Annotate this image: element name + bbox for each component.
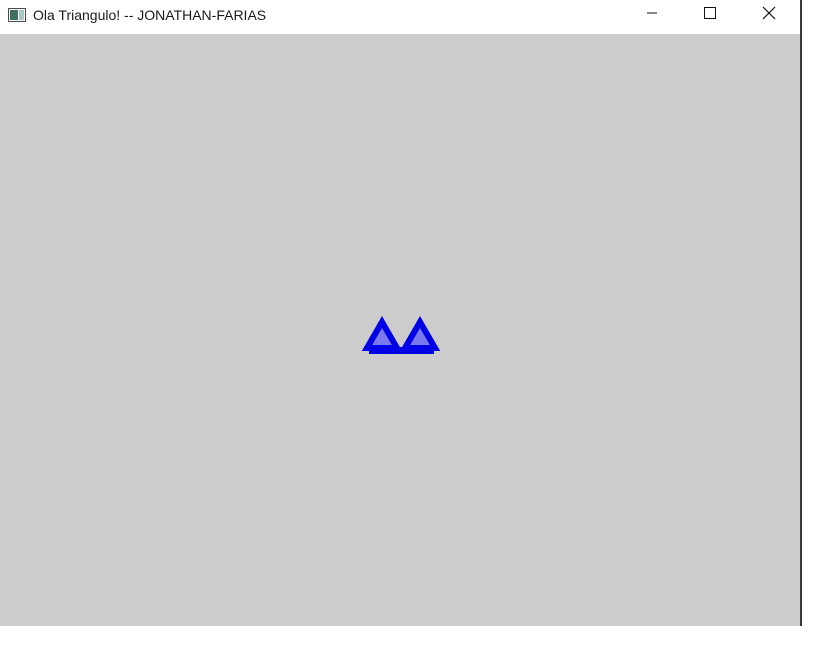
minimize-icon [646,6,658,24]
maximize-icon [704,6,716,24]
close-button[interactable] [740,0,798,30]
render-scene [361,315,441,354]
app-window: Ola Triangulo! -- JONATHAN-FARIAS [0,0,800,626]
close-icon [762,6,776,25]
right-triangle [399,315,441,351]
window-border [800,0,802,626]
minimize-button[interactable] [623,0,681,30]
opengl-canvas[interactable] [0,34,800,626]
maximize-button[interactable] [681,0,739,30]
left-triangle [361,315,403,351]
window-title: Ola Triangulo! -- JONATHAN-FARIAS [33,7,267,23]
app-window-icon [8,8,26,22]
title-bar[interactable]: Ola Triangulo! -- JONATHAN-FARIAS [0,0,800,34]
